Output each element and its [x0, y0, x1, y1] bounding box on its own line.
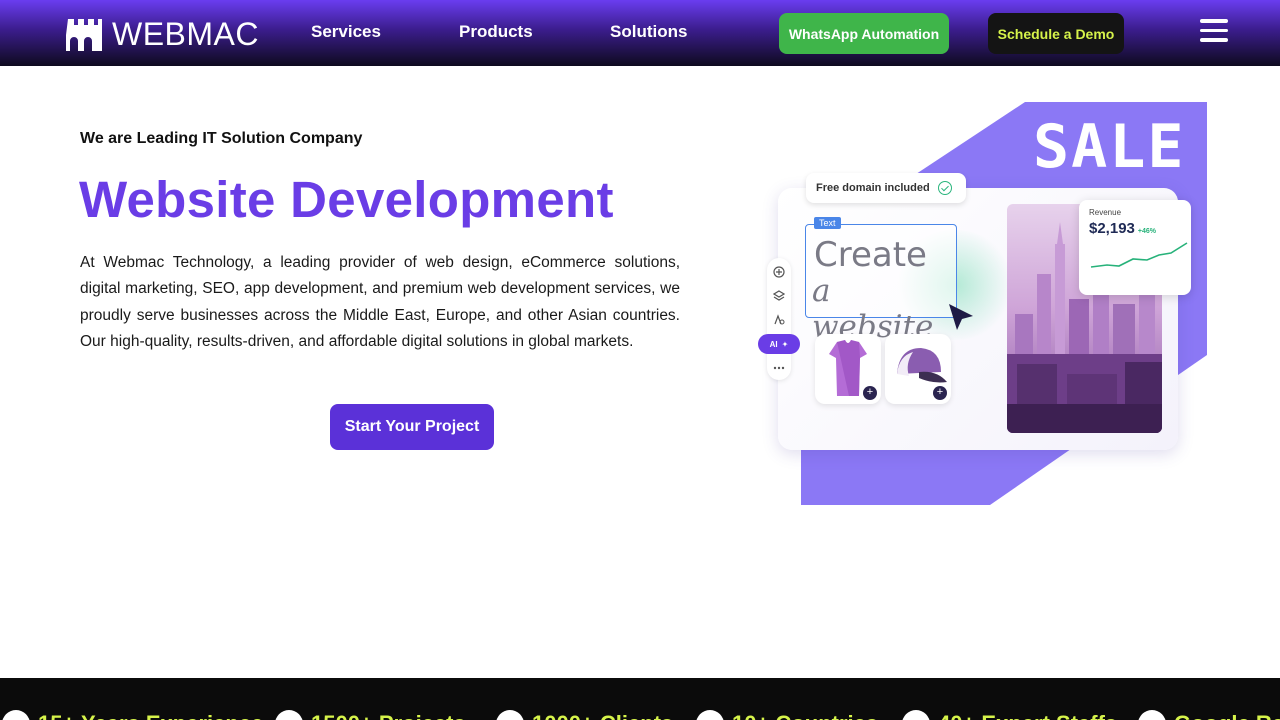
whatsapp-automation-button[interactable]: WhatsApp Automation	[779, 13, 949, 54]
stat-item: 15+ Years Experience	[2, 710, 263, 720]
site-header: WEBMAC Services Products Solutions Whats…	[0, 0, 1280, 66]
globe-icon	[696, 710, 724, 720]
nav-products[interactable]: Products	[459, 22, 533, 42]
pie-chart-icon	[275, 710, 303, 720]
id-card-icon	[902, 710, 930, 720]
add-circle-icon	[773, 266, 785, 278]
revenue-value: $2,193 +46%	[1089, 220, 1156, 237]
schedule-demo-button[interactable]: Schedule a Demo	[988, 13, 1124, 54]
more-dots-icon	[773, 366, 785, 370]
add-product-icon: +	[863, 386, 877, 400]
stat-item: 1500+ Projects	[275, 710, 466, 720]
text-tag: Text	[814, 217, 841, 229]
create-text: Create	[814, 235, 927, 275]
editor-side-toolbar	[767, 258, 791, 380]
shapes-icon	[774, 314, 785, 325]
hero-description: At Webmac Technology, a leading provider…	[80, 254, 680, 350]
product-tshirt: +	[815, 334, 881, 404]
logo[interactable]: WEBMAC	[66, 16, 259, 53]
hamburger-menu-icon[interactable]	[1200, 19, 1230, 47]
revenue-card: Revenue $2,193 +46%	[1079, 200, 1191, 295]
chat-icon	[496, 710, 524, 720]
logo-text: WEBMAC	[112, 16, 259, 52]
revenue-trend-line	[1090, 242, 1188, 268]
free-domain-label: Free domain included	[816, 182, 930, 194]
ai-label: AI	[769, 339, 778, 349]
product-cap: +	[885, 334, 951, 404]
cursor-arrow-icon	[949, 304, 973, 330]
layers-icon	[773, 290, 785, 301]
nav-solutions[interactable]: Solutions	[610, 22, 687, 42]
stat-item: 40+ Expert Staffs	[902, 710, 1117, 720]
hero-title: Website Development	[79, 171, 614, 228]
check-circle-icon	[937, 181, 952, 195]
logo-castle-icon	[66, 18, 102, 51]
sparkle-icon: ✦	[781, 339, 789, 349]
revenue-label: Revenue	[1089, 208, 1122, 217]
add-product-icon: +	[933, 386, 947, 400]
stat-item: 1000+ Clients	[496, 710, 673, 720]
sale-text: SALE	[1033, 112, 1186, 182]
nav-services[interactable]: Services	[311, 22, 381, 42]
hero-tagline: We are Leading IT Solution Company	[80, 130, 363, 147]
hero-illustration: SALE Free domain included Text Create a …	[755, 100, 1215, 510]
text-element-box: Text Create a website	[805, 217, 957, 345]
stats-strip: 15+ Years Experience 1500+ Projects 1000…	[0, 678, 1280, 720]
free-domain-pill: Free domain included	[806, 173, 966, 203]
ai-assistant-pill: AI ✦	[758, 334, 800, 354]
revenue-change: +46%	[1137, 228, 1156, 235]
badge-icon	[2, 710, 30, 720]
stat-item: Google Reviews	[1138, 710, 1280, 720]
stat-item: 10+ Countries	[696, 710, 878, 720]
start-project-button[interactable]: Start Your Project	[330, 404, 494, 450]
star-icon	[1138, 710, 1166, 720]
